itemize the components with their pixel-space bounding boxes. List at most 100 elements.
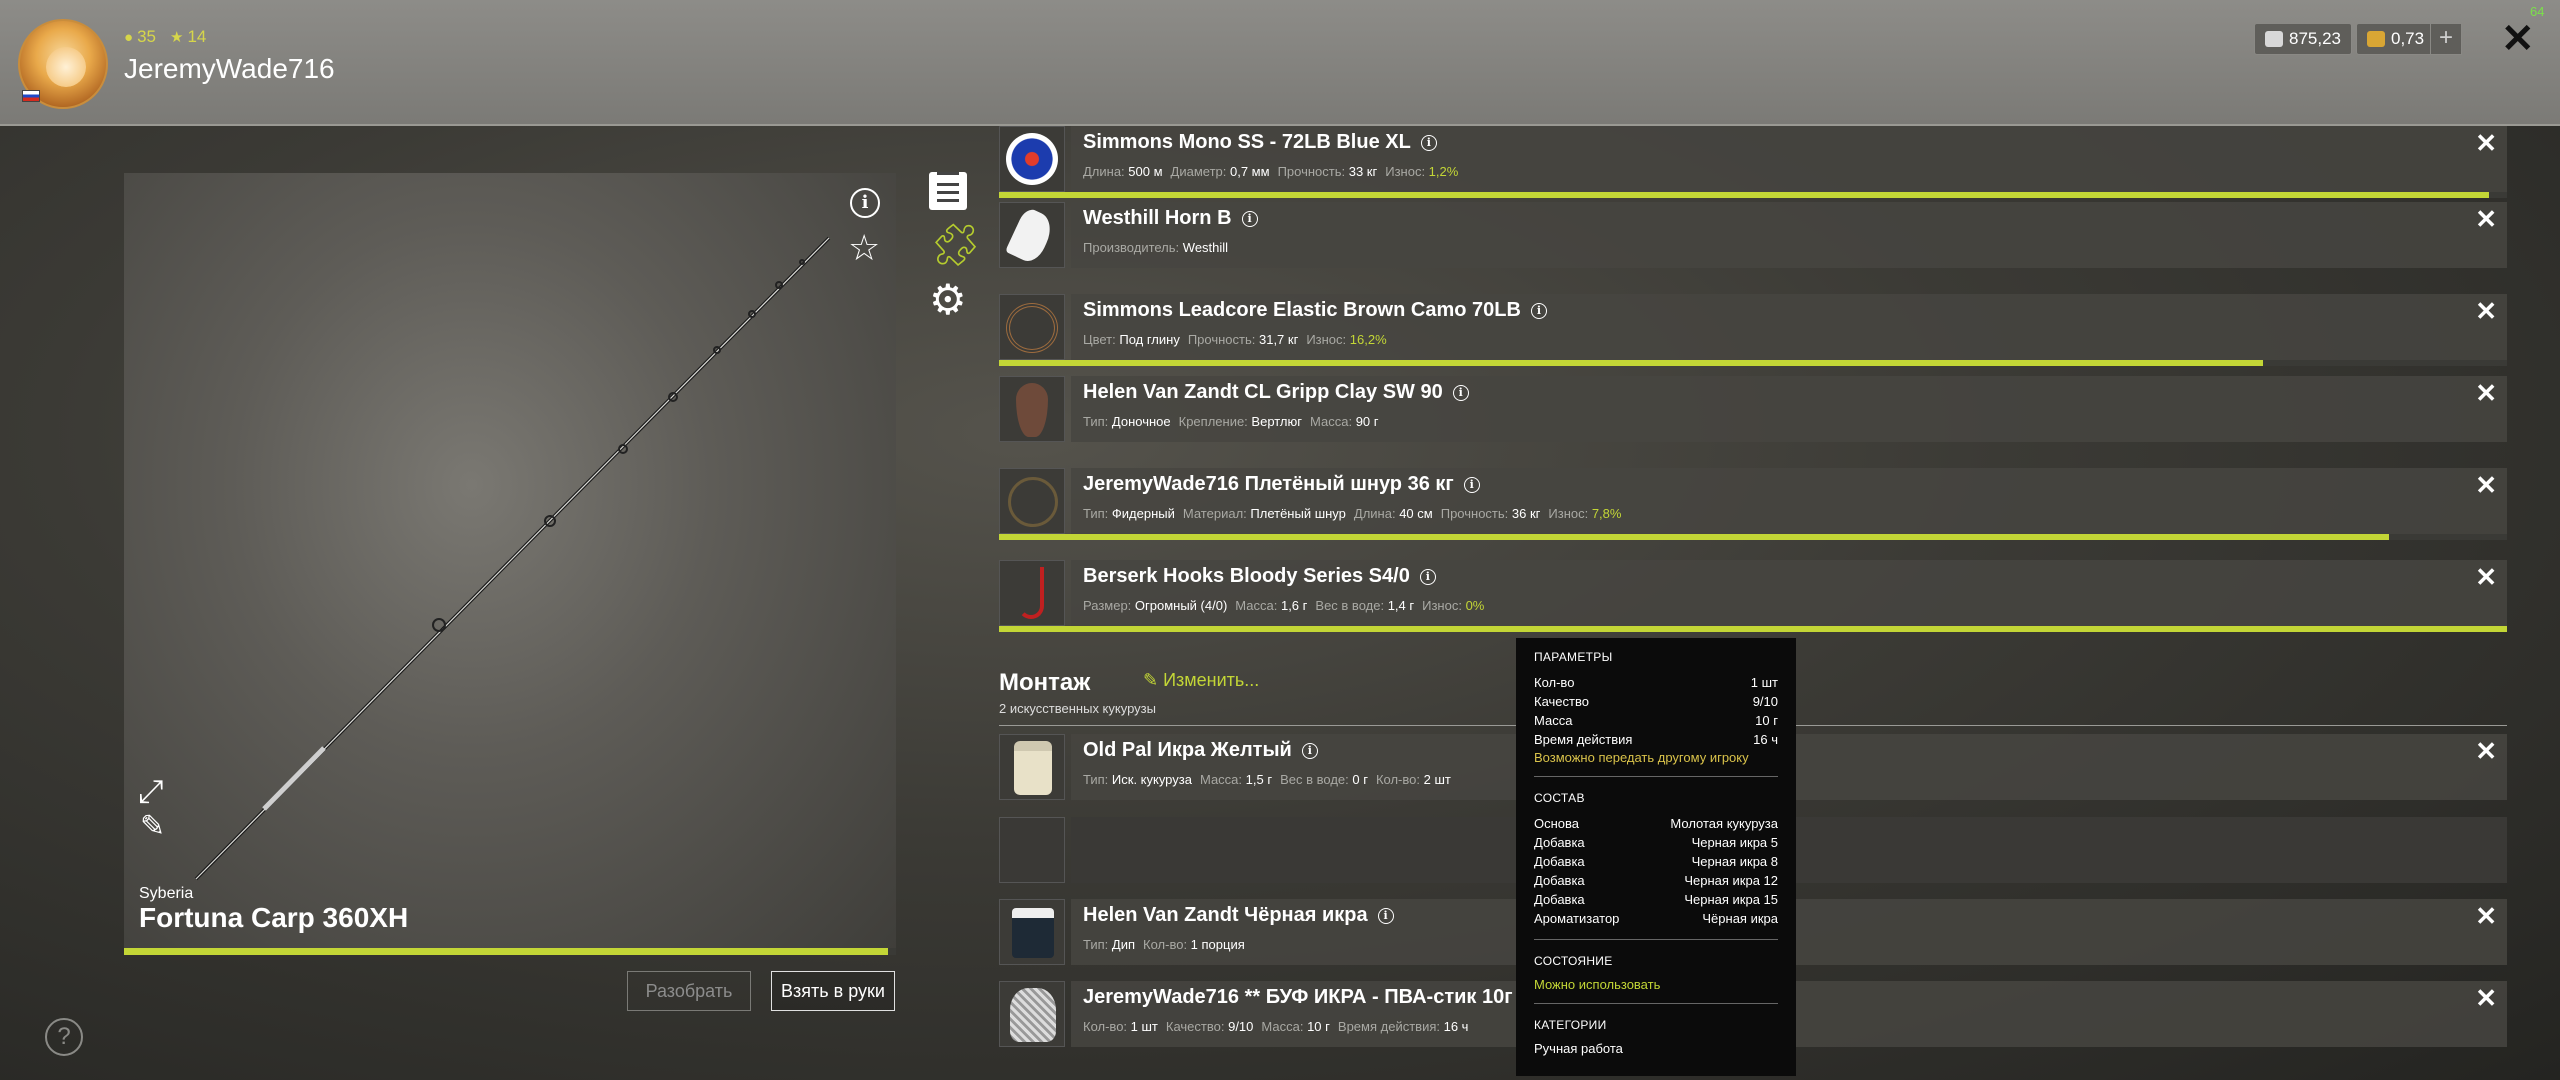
info-icon[interactable]: i: [1530, 303, 1547, 319]
list-item[interactable]: Simmons Mono SS - 72LB Blue XL i Длина: 5…: [999, 126, 2507, 198]
prop-label: Вес в воде:: [1280, 772, 1353, 787]
favorite-star-icon[interactable]: ☆: [848, 227, 880, 269]
remove-icon[interactable]: ✕: [2475, 470, 2497, 501]
prop-value: 1 порция: [1190, 937, 1245, 952]
row-value: Черная икра 15: [1684, 892, 1778, 907]
item-name-text: Westhill Horn B: [1083, 207, 1232, 229]
gear-icon[interactable]: ⚙: [929, 279, 967, 321]
remove-icon[interactable]: ✕: [2475, 562, 2497, 593]
prop-label: Кол-во:: [1083, 1019, 1131, 1034]
rating-stat: ★ 14: [170, 27, 206, 47]
item-props: Цвет: Под глину Прочность: 31,7 кг Износ: …: [1083, 332, 1395, 347]
help-icon[interactable]: ?: [45, 1018, 83, 1056]
prop-value: Иск. кукуруза: [1111, 772, 1192, 787]
item-thumbnail: [999, 899, 1065, 965]
puzzle-icon[interactable]: 🧩︎: [929, 224, 982, 266]
remove-icon[interactable]: ✕: [2475, 983, 2497, 1014]
close-icon[interactable]: ✕: [2501, 16, 2535, 62]
edit-icon: ✎: [1143, 670, 1164, 690]
info-icon[interactable]: i: [1463, 477, 1480, 493]
prop-value: 7,8%: [1591, 506, 1622, 521]
list-item[interactable]: Berserk Hooks Bloody Series S4/0 i Размер…: [999, 560, 2507, 632]
row-value: Черная икра 5: [1691, 835, 1778, 850]
prop-label: Качество:: [1165, 1019, 1229, 1034]
info-icon[interactable]: i: [1301, 743, 1318, 759]
add-currency-button[interactable]: +: [2430, 23, 2462, 55]
remove-icon[interactable]: ✕: [2475, 128, 2497, 159]
remove-icon[interactable]: ✕: [2475, 736, 2497, 767]
tooltip-row: Добавка Черная икра 15: [1534, 890, 1778, 909]
wear-fill: [999, 360, 2263, 366]
remove-icon[interactable]: ✕: [2475, 378, 2497, 409]
rig-edit-link[interactable]: ✎ Изменить...: [1143, 670, 1259, 691]
item-name: Old Pal Икра Желтый i: [1083, 739, 1318, 762]
prop-value: Доночное: [1111, 414, 1171, 429]
info-icon[interactable]: i: [850, 188, 880, 218]
item-thumbnail: [999, 126, 1065, 192]
info-icon[interactable]: i: [1452, 385, 1469, 401]
prop-label: Кол-во:: [1143, 937, 1191, 952]
categories-heading: КАТЕГОРИИ: [1534, 1018, 1607, 1032]
prop-label: Тип:: [1083, 937, 1112, 952]
transfer-note: Возможно передать другому игроку: [1534, 750, 1749, 765]
remove-icon[interactable]: ✕: [2475, 204, 2497, 235]
tooltip-row: Добавка Черная икра 8: [1534, 852, 1778, 871]
prop-value: 90 г: [1355, 414, 1379, 429]
item-props: Кол-во: 1 шт Качество: 9/10 Масса: 10 г Вре…: [1083, 1019, 1476, 1034]
row-label: Время действия: [1534, 732, 1633, 747]
info-icon[interactable]: i: [1420, 135, 1437, 151]
braided-line-icon: [1008, 477, 1058, 527]
wear-fill: [999, 534, 2390, 540]
item-props: Тип: Дип Кол-во: 1 порция: [1083, 937, 1253, 952]
gold-balance: 0,73: [2356, 23, 2436, 55]
hook-icon: [1018, 567, 1044, 619]
list-item[interactable]: JeremyWade716 Плетёный шнур 36 кг i Тип: …: [999, 468, 2507, 540]
info-icon[interactable]: i: [1419, 569, 1436, 585]
item-name: Simmons Mono SS - 72LB Blue XL i: [1083, 131, 1437, 154]
item-name: Berserk Hooks Bloody Series S4/0 i: [1083, 565, 1436, 588]
params-rows: Кол-во 1 шт Качество 9/10 Масса 10 г Время дей…: [1534, 673, 1778, 749]
empty-slot-thumbnail: [999, 817, 1065, 883]
prop-value: 1,4 г: [1387, 598, 1415, 613]
prop-value: Фидерный: [1111, 506, 1175, 521]
info-icon[interactable]: i: [1241, 211, 1258, 227]
avatar-face: [46, 47, 86, 87]
russia-flag-icon: [22, 90, 40, 102]
item-name-text: JeremyWade716 ** БУФ ИКРА - ПВА-стик 10г…: [1083, 986, 1534, 1008]
item-body: Simmons Mono SS - 72LB Blue XL i Длина: 5…: [1071, 126, 2507, 192]
prop-label: Износ:: [1306, 332, 1350, 347]
item-tooltip: ПАРАМЕТРЫ Кол-во 1 шт Качество 9/10 Масса 10 …: [1516, 638, 1796, 1076]
item-body: Westhill Horn B i Производитель: Westhill…: [1071, 202, 2507, 268]
rod-preview-panel: i ☆ ⤢ ✎ Syberia Fortuna Carp 360XH: [124, 173, 896, 953]
take-in-hands-button[interactable]: Взять в руки: [771, 971, 895, 1011]
remove-icon[interactable]: ✕: [2475, 901, 2497, 932]
list-item[interactable]: Westhill Horn B i Производитель: Westhill…: [999, 202, 2507, 268]
silver-value: 875,23: [2289, 29, 2341, 48]
prop-value: 9/10: [1228, 1019, 1254, 1034]
list-item[interactable]: Helen Van Zandt CL Gripp Clay SW 90 i Тип…: [999, 376, 2507, 442]
list-item[interactable]: Simmons Leadcore Elastic Brown Camo 70LB…: [999, 294, 2507, 366]
wear-bar: [999, 192, 2507, 198]
info-icon[interactable]: i: [1377, 908, 1394, 924]
rating-value: 14: [187, 27, 207, 46]
prop-label: Масса:: [1310, 414, 1356, 429]
row-label: Добавка: [1534, 854, 1585, 869]
composition-heading: СОСТАВ: [1534, 791, 1585, 805]
prop-label: Тип:: [1083, 414, 1112, 429]
pva-stick-icon: [1010, 988, 1056, 1042]
remove-icon[interactable]: ✕: [2475, 296, 2497, 327]
prop-value: 1 шт: [1130, 1019, 1158, 1034]
expand-icon[interactable]: ⤢: [138, 773, 164, 811]
row-value: Чёрная икра: [1702, 911, 1778, 926]
document-icon[interactable]: [929, 172, 967, 210]
prop-value: Дип: [1111, 937, 1136, 952]
disassemble-button[interactable]: Разобрать: [627, 971, 751, 1011]
prop-value: Westhill: [1182, 240, 1229, 255]
row-value: Черная икра 12: [1684, 873, 1778, 888]
prop-label: Тип:: [1083, 772, 1112, 787]
tooltip-row: Масса 10 г: [1534, 711, 1778, 730]
rod-wear-bar: [124, 948, 896, 955]
prop-value: 40 см: [1399, 506, 1433, 521]
prop-value: 1,6 г: [1280, 598, 1308, 613]
rename-pencil-icon[interactable]: ✎: [140, 809, 165, 844]
